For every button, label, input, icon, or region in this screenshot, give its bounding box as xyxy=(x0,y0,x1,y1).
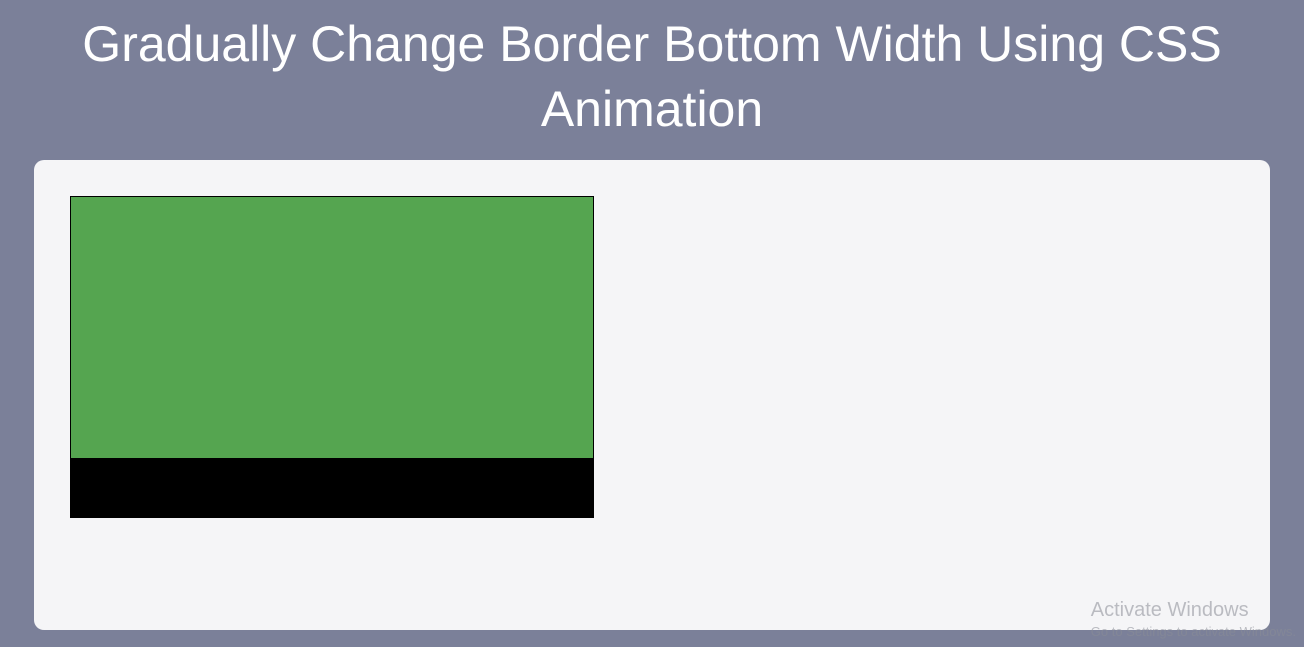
windows-activation-watermark: Activate Windows Go to Settings to activ… xyxy=(1091,599,1296,639)
page-title: Gradually Change Border Bottom Width Usi… xyxy=(0,0,1304,142)
watermark-title: Activate Windows xyxy=(1091,599,1296,622)
animated-border-box xyxy=(70,196,594,518)
content-panel xyxy=(34,160,1270,630)
watermark-subtitle: Go to Settings to activate Windows. xyxy=(1091,624,1296,639)
